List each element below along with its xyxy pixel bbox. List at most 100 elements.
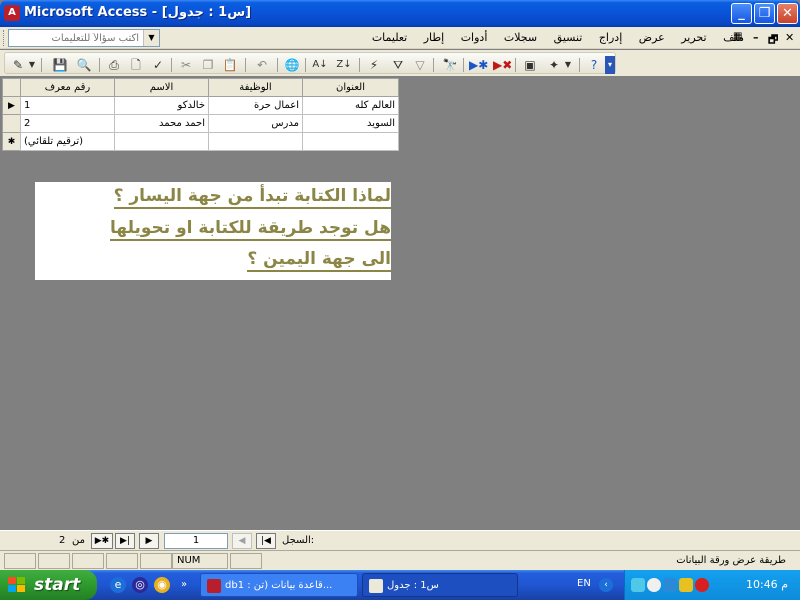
menu-edit[interactable]: تحرير [681,31,706,44]
paste-icon[interactable]: 📋 [221,56,239,74]
previous-record-button[interactable]: ◀ [232,533,252,549]
design-view-icon[interactable]: ✎ [9,56,27,74]
print-icon[interactable]: ⎙ [105,56,123,74]
undo-icon[interactable]: ↶ [253,56,271,74]
database-window-icon[interactable]: ▣ [521,56,539,74]
print-preview-icon[interactable]: 🗋 [127,56,145,74]
next-record-button[interactable]: ▶ [139,533,159,549]
table-datasheet-toolbar: ✎ ▼ 💾 🔍 ⎙ 🗋 ✓ ✂ ❐ 📋 ↶ 🌐 A↓ Z↓ ⚡ ⛛ ▽ 🔭 ▶✱… [4,52,616,74]
help-question-box[interactable]: ▼ [8,29,160,47]
apply-filter-icon[interactable]: ▽ [411,56,429,74]
cell-id[interactable]: 2 [20,114,115,133]
cell-address-new[interactable] [302,132,399,151]
menu-view[interactable]: عرض [639,31,665,44]
help-question-input[interactable] [9,30,143,46]
copy-icon[interactable]: ❐ [199,56,217,74]
chevron-right-icon[interactable]: » [176,577,192,593]
taskbar-item-table[interactable]: س1 : جدول [362,573,518,597]
sort-ascending-icon[interactable]: A↓ [311,56,329,74]
sort-descending-icon[interactable]: Z↓ [335,56,353,74]
new-record-icon[interactable]: ✱ [2,132,21,151]
record-selector[interactable] [2,114,21,133]
table-row: العالم كله اعمال حرة خالدكو 1 ▶ [2,96,399,115]
taskbar-item-database[interactable]: db1 : قاعدة بيانات (تن... [200,573,358,597]
internet-explorer-icon[interactable]: e [110,577,126,593]
menu-window[interactable]: إطار [424,31,444,44]
cell-address[interactable]: السويد [302,114,399,133]
new-record-nav-button[interactable]: ▶✱ [91,533,113,549]
minimize-button[interactable]: _ [731,3,752,24]
filter-selection-icon[interactable]: ⚡ [365,56,383,74]
find-icon[interactable]: 🔭 [441,56,459,74]
menu-insert[interactable]: إدراج [599,31,622,44]
restore-button[interactable]: ❐ [754,3,775,24]
table-icon[interactable]: ▦ [733,31,742,42]
messenger-tray-icon[interactable] [647,578,661,592]
column-header-id[interactable]: رقم معرف [20,78,115,97]
new-object-icon[interactable]: ✦ [545,56,563,74]
cell-id-autonumber[interactable]: (ترقيم تلقائي) [20,132,115,151]
access-small-icon [207,579,221,593]
first-record-button[interactable]: |◀ [256,533,276,549]
status-view-text: طريقة عرض ورقة البيانات [676,555,786,566]
last-record-button[interactable]: ▶| [115,533,135,549]
new-record-row: (ترقيم تلقائي) ✱ [2,132,399,151]
language-indicator[interactable]: EN [577,578,591,589]
delete-record-icon[interactable]: ▶✖ [493,56,512,74]
chevron-down-icon[interactable]: ▼ [143,30,159,46]
system-tray: EN ‹ 10:46 م [577,570,800,600]
current-record-input[interactable]: 1 [164,533,228,549]
new-record-icon[interactable]: ▶✱ [469,56,488,74]
cell-job[interactable]: مدرس [208,114,303,133]
num-lock-indicator: NUM [172,553,228,569]
cell-name[interactable]: خالدكو [114,96,209,115]
media-player-icon[interactable]: ◎ [132,577,148,593]
menu-tools[interactable]: أدوات [461,31,488,44]
save-icon[interactable]: 💾 [51,56,69,74]
network-icon[interactable] [631,578,645,592]
cell-name-new[interactable] [114,132,209,151]
cell-job-new[interactable] [208,132,303,151]
security-alert-icon[interactable] [679,578,693,592]
chevron-left-icon[interactable]: ‹ [599,578,613,592]
menu-help[interactable]: تعليمات [372,31,407,44]
cell-address[interactable]: العالم كله [302,96,399,115]
select-all-corner[interactable] [2,78,21,97]
help-icon[interactable]: ? [585,56,603,74]
new-object-dropdown-icon[interactable]: ▼ [563,56,573,74]
view-dropdown-icon[interactable]: ▼ [27,56,37,74]
question-image: لماذا الكتابة تبدأ من جهة اليسار ؟ هل تو… [35,182,391,280]
close-button[interactable]: ✕ [777,3,798,24]
spelling-icon[interactable]: ✓ [149,56,167,74]
doc-minimize-button[interactable]: – [753,31,759,44]
current-record-icon[interactable]: ▶ [2,96,21,115]
status-panel [140,553,172,569]
of-label: من [72,535,85,546]
column-header-address[interactable]: العنوان [302,78,399,97]
cut-icon[interactable]: ✂ [177,56,195,74]
hyperlink-icon[interactable]: 🌐 [283,56,301,74]
title-bar[interactable]: A Microsoft Access - [س1 : جدول] _ ❐ ✕ [0,0,800,27]
status-panel [230,553,262,569]
file-search-icon[interactable]: 🔍 [75,56,93,74]
column-header-job[interactable]: الوظيفة [208,78,303,97]
doc-restore-button[interactable]: 🗗 [768,31,778,50]
column-header-name[interactable]: الاسم [114,78,209,97]
volume-icon[interactable] [663,578,677,592]
messenger-icon[interactable]: ◉ [154,577,170,593]
toolbar-options-icon[interactable]: ▾ [605,56,615,74]
datasheet-table: العنوان الوظيفة الاسم رقم معرف العالم كل… [2,78,399,151]
antivirus-icon[interactable] [695,578,709,592]
menubar-grip[interactable] [3,30,6,46]
menu-format[interactable]: تنسيق [554,31,583,44]
cell-id[interactable]: 1 [20,96,115,115]
filter-form-icon[interactable]: ⛛ [389,56,407,74]
question-line-2: هل توجد طريقة للكتابة او تحويلها [109,218,391,241]
doc-close-button[interactable]: ✕ [785,31,794,44]
clock[interactable]: 10:46 م [746,578,788,591]
menu-records[interactable]: سجلات [504,31,537,44]
start-button[interactable]: start [0,570,97,600]
access-app-icon[interactable]: A [4,5,20,21]
cell-job[interactable]: اعمال حرة [208,96,303,115]
cell-name[interactable]: احمد محمد [114,114,209,133]
